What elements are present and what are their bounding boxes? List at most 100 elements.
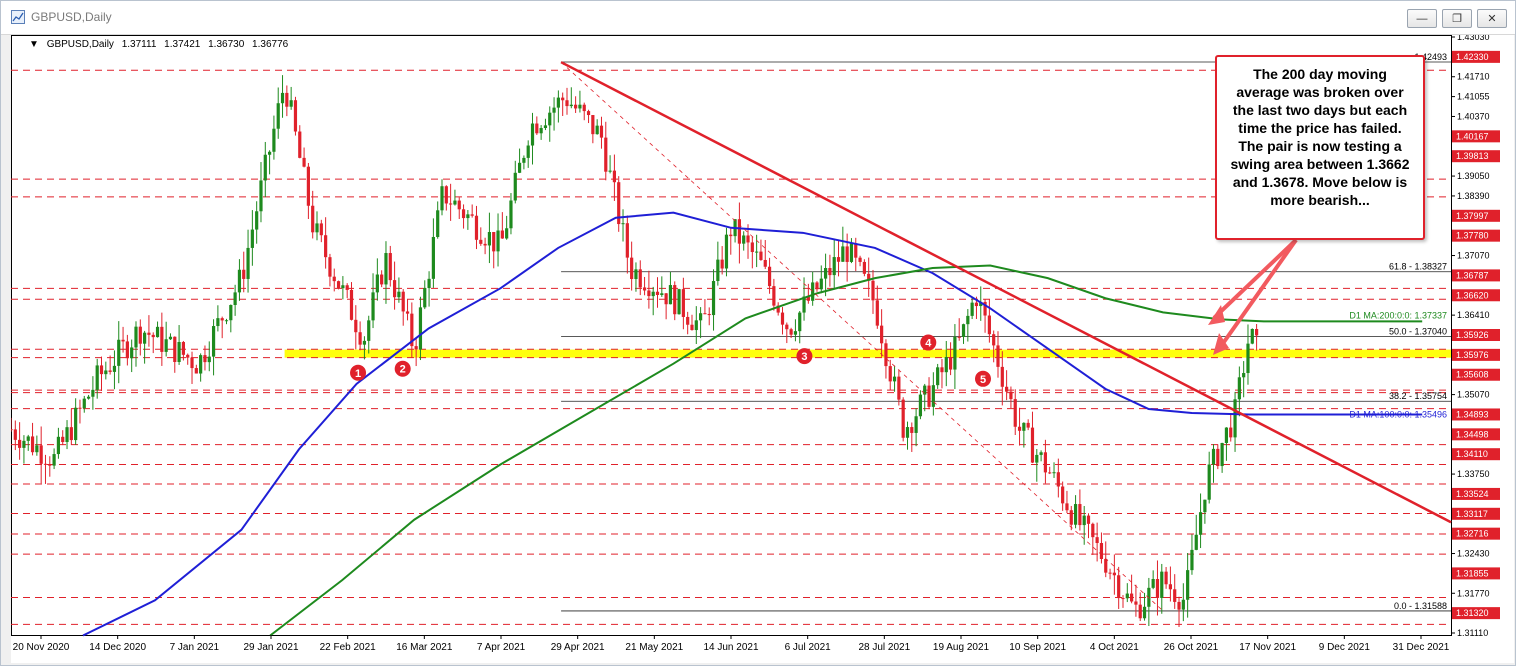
price-tick-label: 1.31770 <box>1457 588 1490 598</box>
candle-body <box>349 289 354 320</box>
candle-body <box>854 243 858 258</box>
candle-body <box>548 112 552 126</box>
price-tick-label: 1.34498 <box>1456 429 1489 439</box>
candle-body <box>207 356 211 363</box>
candle-body <box>1082 515 1086 526</box>
candle-body <box>56 436 61 455</box>
candle-body <box>974 302 979 307</box>
title-bar: GBPUSD,Daily — ❐ ✕ <box>1 1 1515 35</box>
candle-body <box>905 427 910 438</box>
candle-body <box>759 251 763 260</box>
candle-body <box>703 313 707 315</box>
candle-body <box>418 307 423 350</box>
candle-body <box>647 290 651 297</box>
candle-body <box>526 145 530 158</box>
candle-body <box>78 407 82 409</box>
candle-body <box>931 385 935 407</box>
candle-body <box>134 326 138 348</box>
candle-body <box>26 436 30 441</box>
candle-body <box>1160 571 1164 598</box>
candle-body <box>686 316 690 325</box>
candle-body <box>302 157 306 167</box>
candle-body <box>1073 504 1078 525</box>
candle-body <box>1009 391 1013 400</box>
candle-body <box>431 236 435 279</box>
chart-area[interactable]: 1.42493 61.8 - 1.38327 50.0 - 1.37040 38.2 … <box>11 35 1514 663</box>
candle-body <box>345 285 349 290</box>
date-tick-label: 14 Jun 2021 <box>703 642 758 653</box>
candle-body <box>11 429 13 431</box>
candle-body <box>138 326 142 344</box>
candle-body <box>1138 604 1142 619</box>
open-price: 1.37111 <box>121 39 157 50</box>
candle-body <box>52 454 56 466</box>
candle-body <box>690 324 694 331</box>
candle-body <box>892 376 897 382</box>
candle-body <box>358 332 362 345</box>
minimize-button[interactable]: — <box>1407 9 1437 28</box>
candle-body <box>332 276 336 282</box>
candle-body <box>651 291 655 297</box>
candle-body <box>69 427 73 441</box>
date-tick-label: 16 Mar 2021 <box>396 642 453 653</box>
price-tick-label: 1.38390 <box>1457 191 1490 201</box>
candle-body <box>194 368 198 374</box>
candle-body <box>953 336 957 370</box>
candle-body <box>1121 598 1125 600</box>
candle-body <box>724 234 729 269</box>
candle-body <box>336 281 341 289</box>
candle-body <box>517 162 522 173</box>
close-button[interactable]: ✕ <box>1477 9 1507 28</box>
price-tick-label: 1.33524 <box>1456 489 1489 499</box>
candle-body <box>39 445 43 464</box>
candle-body <box>608 170 612 172</box>
candle-body <box>763 259 767 267</box>
candle-body <box>1065 503 1069 511</box>
candle-body <box>362 340 367 345</box>
candle-body <box>530 123 535 146</box>
candle-body <box>1224 427 1229 443</box>
close-price: 1.36776 <box>252 39 289 50</box>
candle-body <box>276 103 280 129</box>
swing-badge-label: 4 <box>925 338 932 350</box>
candle-body <box>479 239 483 244</box>
candle-body <box>224 320 229 322</box>
candle-body <box>405 311 410 314</box>
candle-body <box>862 261 866 274</box>
candle-body <box>677 289 681 315</box>
price-tick-label: 1.32430 <box>1457 549 1490 559</box>
fib-label: 0.0 - 1.31588 <box>1394 601 1447 611</box>
candle-body <box>578 104 582 109</box>
candle-body <box>457 200 461 210</box>
swing-badge-label: 3 <box>801 351 807 363</box>
candle-body <box>401 291 405 312</box>
collapse-triangle-icon[interactable]: ▼ <box>29 39 39 50</box>
candle-body <box>35 445 39 453</box>
candle-body <box>1017 426 1022 431</box>
candle-body <box>595 125 599 135</box>
price-tick-label: 1.34893 <box>1456 409 1489 419</box>
candle-body <box>1013 399 1017 427</box>
candle-body <box>324 235 328 258</box>
candle-body <box>104 370 108 375</box>
candle-body <box>414 346 418 350</box>
candle-body <box>1035 454 1039 463</box>
candle-body <box>319 223 323 236</box>
candle-body <box>556 97 560 108</box>
candle-body <box>48 464 52 466</box>
candle-body <box>190 357 194 369</box>
candle-body <box>569 104 573 107</box>
price-tick-label: 1.37780 <box>1456 231 1489 241</box>
candle-body <box>755 251 759 253</box>
restore-icon: ❐ <box>1452 13 1462 25</box>
candle-body <box>233 292 237 306</box>
fib-label: 50.0 - 1.37040 <box>1389 327 1447 337</box>
candle-body <box>164 339 168 352</box>
candle-body <box>177 342 181 362</box>
candle-body <box>229 305 233 321</box>
date-tick-label: 7 Apr 2021 <box>477 642 526 653</box>
candle-body <box>108 370 112 372</box>
restore-button[interactable]: ❐ <box>1442 9 1472 28</box>
candle-body <box>311 205 315 233</box>
candle-body <box>1095 537 1099 544</box>
